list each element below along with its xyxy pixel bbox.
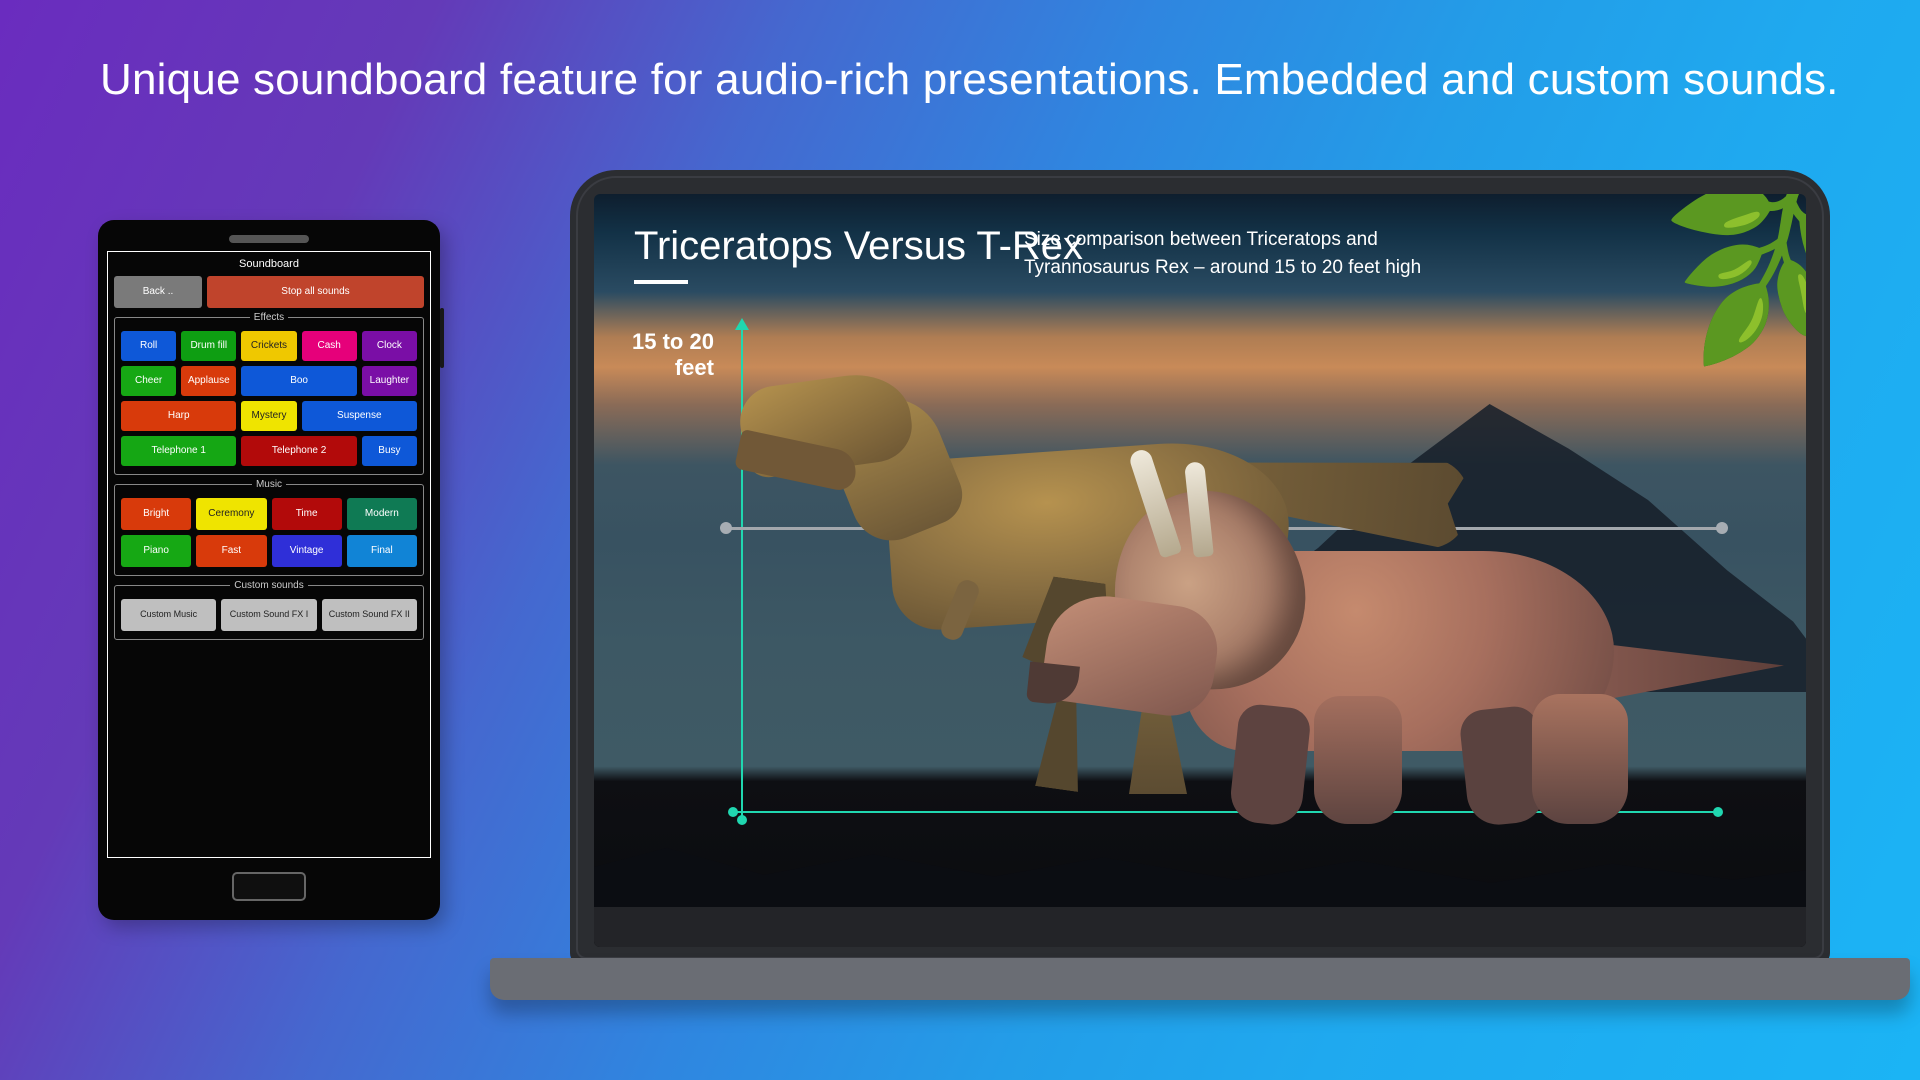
headline-text: Unique soundboard feature for audio-rich… (100, 55, 1839, 105)
music-button-piano[interactable]: Piano (121, 535, 191, 567)
effect-button-drum-fill[interactable]: Drum fill (181, 331, 236, 361)
effects-group: Effects RollDrum fillCricketsCashClock Ch… (114, 312, 424, 475)
music-group: Music BrightCeremonyTimeModern PianoFastV… (114, 479, 424, 576)
effect-button-busy[interactable]: Busy (362, 436, 417, 466)
effect-button-telephone-2[interactable]: Telephone 2 (241, 436, 356, 466)
phone-navbar (105, 864, 433, 908)
music-button-ceremony[interactable]: Ceremony (196, 498, 266, 530)
effect-button-boo[interactable]: Boo (241, 366, 356, 396)
effect-button-cheer[interactable]: Cheer (121, 366, 176, 396)
slide-bottom-bar (594, 907, 1806, 947)
phone-device: Soundboard Back .. Stop all sounds Effec… (98, 220, 440, 920)
phone-home-button[interactable] (232, 872, 306, 901)
phone-screen: Soundboard Back .. Stop all sounds Effec… (107, 251, 431, 858)
custom-sound-button-custom-music[interactable]: Custom Music (121, 599, 216, 631)
effect-button-mystery[interactable]: Mystery (241, 401, 296, 431)
effect-button-applause[interactable]: Applause (181, 366, 236, 396)
custom-group: Custom sounds Custom MusicCustom Sound F… (114, 580, 424, 640)
effect-button-suspense[interactable]: Suspense (302, 401, 417, 431)
stop-all-sounds-button[interactable]: Stop all sounds (207, 276, 424, 308)
effects-legend: Effects (250, 312, 288, 323)
music-button-final[interactable]: Final (347, 535, 417, 567)
music-button-time[interactable]: Time (272, 498, 342, 530)
axis-dot (737, 815, 747, 825)
effect-button-roll[interactable]: Roll (121, 331, 176, 361)
effect-button-crickets[interactable]: Crickets (241, 331, 296, 361)
effect-button-cash[interactable]: Cash (302, 331, 357, 361)
slide-description: Size comparison between Triceratops and … (1024, 226, 1424, 281)
phone-earpiece (229, 235, 309, 243)
height-label: 15 to 20 feet (632, 329, 714, 382)
back-button[interactable]: Back .. (114, 276, 202, 308)
music-button-bright[interactable]: Bright (121, 498, 191, 530)
effect-button-harp[interactable]: Harp (121, 401, 236, 431)
soundboard-title: Soundboard (114, 254, 424, 274)
effect-button-laughter[interactable]: Laughter (362, 366, 417, 396)
music-button-vintage[interactable]: Vintage (272, 535, 342, 567)
music-legend: Music (252, 479, 286, 490)
custom-sound-button-custom-sound-fx-i[interactable]: Custom Sound FX I (221, 599, 316, 631)
slide-title: Triceratops Versus T-Rex (634, 224, 1083, 269)
palm-leaf-icon: 🌿 (1653, 194, 1806, 360)
custom-legend: Custom sounds (230, 580, 307, 591)
music-button-modern[interactable]: Modern (347, 498, 417, 530)
slide-title-underline (634, 280, 688, 284)
effect-button-telephone-1[interactable]: Telephone 1 (121, 436, 236, 466)
laptop-base (490, 958, 1910, 1000)
effect-button-clock[interactable]: Clock (362, 331, 417, 361)
triceratops-illustration (1034, 496, 1774, 826)
music-button-fast[interactable]: Fast (196, 535, 266, 567)
presentation-slide: 🌿 Triceratops Versus T-Rex Size comparis… (594, 194, 1806, 947)
phone-power-button (440, 308, 444, 368)
axis-dot (728, 807, 738, 817)
custom-sound-button-custom-sound-fx-ii[interactable]: Custom Sound FX II (322, 599, 417, 631)
laptop-device: 🌿 Triceratops Versus T-Rex Size comparis… (570, 170, 1830, 965)
